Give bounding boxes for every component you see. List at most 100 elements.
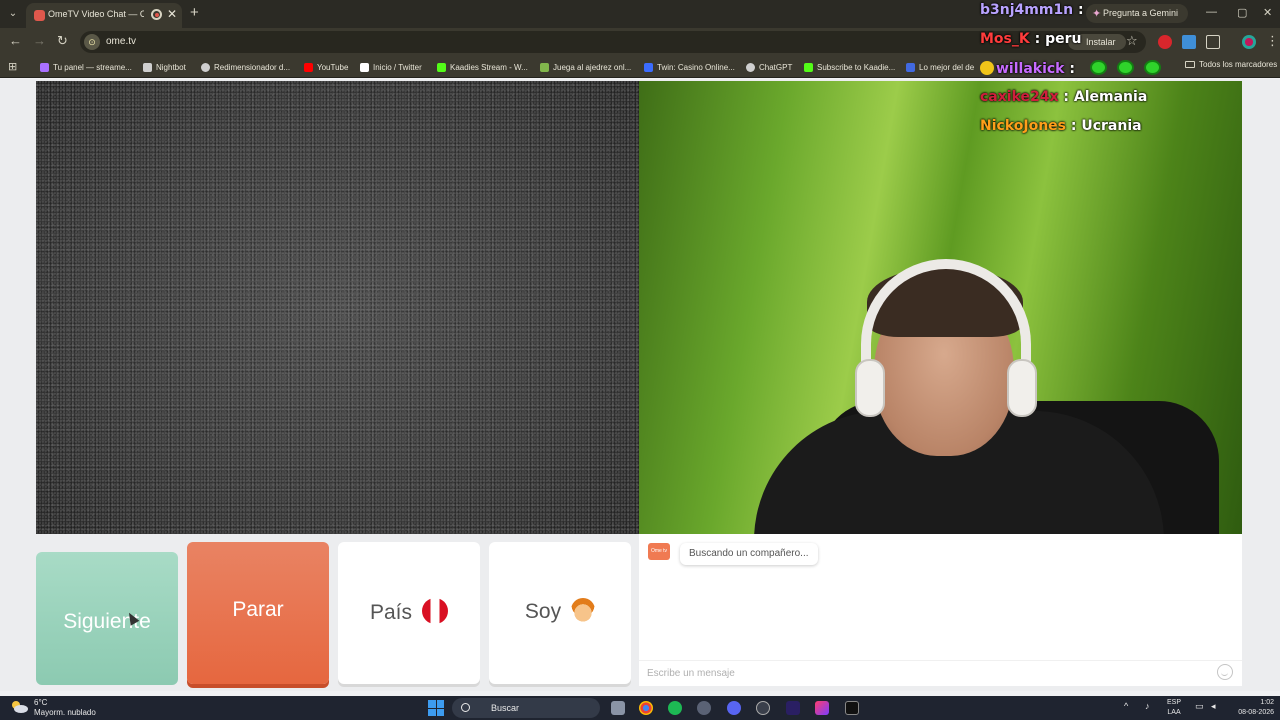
lang-bottom: LAA (1167, 709, 1181, 716)
bookmark-nightbot[interactable]: Nightbot (143, 60, 186, 74)
youtube-icon (304, 62, 313, 72)
search-icon (461, 703, 470, 712)
back-arrow-icon[interactable]: ← (9, 33, 22, 48)
bookmark-label: YouTube (317, 62, 349, 72)
stop-label: Parar (232, 598, 284, 621)
bookmark-kaadie-subscribe[interactable]: Subscribe to Kaadie... (804, 60, 895, 74)
chat-message: Ucrania (1081, 118, 1142, 134)
input-language[interactable]: ESP LAA (1167, 698, 1181, 718)
globe-icon (201, 62, 210, 72)
active-tab[interactable]: OmeTV Video Chat — Ome ✕ (26, 3, 182, 28)
message-input[interactable] (639, 660, 1242, 686)
bookmark-site-icon (906, 62, 915, 72)
chrome-taskbar-icon[interactable] (639, 701, 653, 715)
lang-top: ESP (1167, 699, 1182, 706)
bookmark-label: Redimensionador d... (214, 62, 291, 72)
searching-partner-message: Buscando un compañero... (680, 543, 818, 565)
bookmark-chess[interactable]: Juega al ajedrez onl... (540, 60, 631, 74)
bookmark-label: Inicio / Twitter (373, 62, 422, 72)
clock-date: 08-08-2026 (1238, 709, 1274, 716)
ometv-page: Siguiente Parar País Soy Ome tv Buscando… (0, 79, 1280, 691)
cloudy-weather-icon[interactable] (9, 700, 29, 714)
chat-line: Mos_K : peru (980, 31, 1081, 47)
bookmark-best-of[interactable]: Lo mejor del de (906, 60, 974, 74)
chat-username: caxike24x (980, 89, 1059, 105)
country-label: País (369, 601, 413, 624)
chat-line: b3nj4mm1n : (980, 2, 1084, 18)
chat-badge-icon (980, 61, 994, 75)
bookmark-twitter[interactable]: Inicio / Twitter (360, 60, 422, 74)
bookmark-label: Subscribe to Kaadie... (817, 62, 896, 72)
boy-emoji-icon (571, 598, 596, 622)
task-view-icon[interactable] (611, 701, 625, 715)
windows-taskbar: 6°C Mayorm. nublado Buscar ^ ♪ ESP LAA ▭ … (0, 696, 1280, 720)
bookmark-label: Nightbot (156, 62, 186, 72)
webcam-video (639, 81, 1242, 534)
x-twitter-icon (360, 62, 369, 72)
taskbar-search[interactable]: Buscar (452, 698, 600, 718)
capcut-icon[interactable] (845, 701, 859, 715)
url-text[interactable]: ome.tv (106, 36, 136, 47)
tray-overflow-icon[interactable]: ^ (1124, 701, 1128, 711)
stop-button[interactable]: Parar (187, 542, 329, 684)
recording-indicator-icon (151, 9, 162, 20)
gender-filter-button[interactable]: Soy (489, 542, 631, 684)
chat-line: NickoJones : Ucrania (980, 118, 1142, 134)
volume-icon[interactable]: ◂ (1211, 701, 1216, 712)
premiere-icon[interactable] (786, 701, 800, 715)
green-emote-icon (1089, 60, 1107, 75)
next-button[interactable]: Siguiente (36, 552, 178, 685)
ometv-logo-icon: Ome tv (648, 543, 670, 560)
chat-username: willakick (996, 61, 1065, 77)
microphone-icon[interactable]: ♪ (1145, 701, 1150, 711)
chat-message: peru (1045, 31, 1082, 47)
adobe-app-icon[interactable] (815, 701, 829, 715)
weather-description[interactable]: Mayorm. nublado (34, 708, 96, 717)
chat-separator: : (1064, 61, 1080, 77)
close-window-button[interactable]: ✕ (1263, 6, 1272, 19)
network-icon[interactable]: ▭ (1195, 701, 1204, 712)
bookmark-twin-casino[interactable]: Twin: Casino Online... (644, 60, 735, 74)
bookmark-label: Juega al ajedrez onl... (553, 62, 632, 72)
bookmark-kaadies-stream[interactable]: Kaadies Stream - W... (437, 60, 528, 74)
chat-separator: : (1029, 31, 1046, 47)
discord-icon[interactable] (727, 701, 741, 715)
bookmark-resizer[interactable]: Redimensionador d... (201, 60, 290, 74)
tab-close-icon[interactable]: ✕ (167, 7, 177, 21)
tab-search-chevron-icon[interactable]: ⌄ (4, 5, 22, 23)
kick-icon (437, 62, 446, 72)
headphones-right-cup (1007, 359, 1037, 417)
stranger-video-static (36, 81, 639, 534)
clock-time: 1:02 (1260, 699, 1274, 706)
apps-grid-icon[interactable]: ⊞ (8, 60, 17, 73)
site-info-icon[interactable]: ⊙ (84, 34, 100, 50)
forward-arrow-icon[interactable]: → (33, 33, 46, 48)
next-label: Siguiente (63, 610, 151, 633)
country-label-wrap: País (338, 598, 480, 625)
bookmark-label: Kaadies Stream - W... (450, 62, 528, 72)
bookmark-youtube[interactable]: YouTube (304, 60, 348, 74)
bookmark-label: Lo mejor del de (919, 62, 975, 72)
new-tab-button[interactable]: + (190, 4, 199, 21)
chat-panel: Ome tv Buscando un compañero... (639, 534, 1242, 686)
kick-icon (804, 62, 813, 72)
obs-icon[interactable] (756, 701, 770, 715)
app-icon[interactable] (697, 701, 711, 715)
chess-pawn-icon (540, 62, 549, 72)
nightbot-icon (143, 62, 152, 72)
bookmark-label: Twin: Casino Online... (657, 62, 735, 72)
bookmark-label: ChatGPT (759, 62, 793, 72)
chat-separator: : (1058, 89, 1074, 105)
windows-start-icon[interactable] (428, 700, 444, 716)
tab-title: OmeTV Video Chat — Ome (48, 9, 144, 19)
country-filter-button[interactable]: País (338, 542, 480, 684)
reload-icon[interactable]: ↻ (57, 33, 68, 49)
emoji-smiley-icon[interactable] (1217, 664, 1233, 680)
bookmark-twitch-dashboard[interactable]: Tu panel — streame... (40, 60, 132, 74)
weather-temperature[interactable]: 6°C (34, 698, 47, 707)
spotify-icon[interactable] (668, 701, 682, 715)
chrome-menu-icon[interactable]: ⋮ (1266, 33, 1279, 49)
system-clock[interactable]: 1:02 08-08-2026 (1228, 698, 1274, 718)
chat-message: Alemania (1073, 89, 1148, 105)
bookmark-chatgpt[interactable]: ChatGPT (746, 60, 792, 74)
